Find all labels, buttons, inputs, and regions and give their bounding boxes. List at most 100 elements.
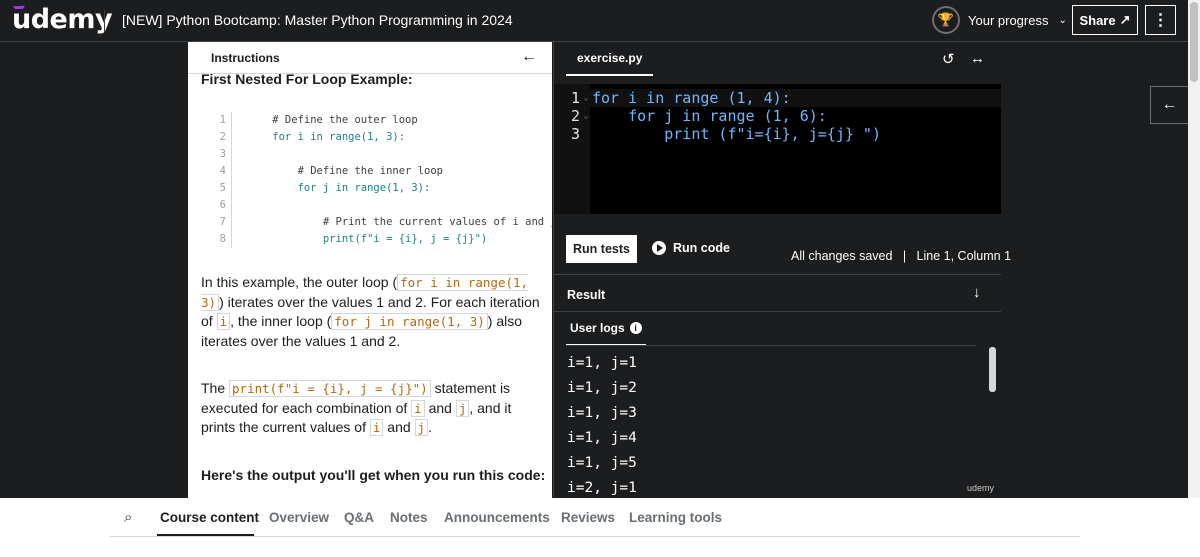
tab-reviews[interactable]: Reviews <box>561 510 615 525</box>
line-number-divider <box>231 231 232 248</box>
page-scrollbar[interactable] <box>1188 0 1200 498</box>
code-editor[interactable]: 1 ⌄ for i in range (1, 4): 2 ⌄ for j in rang… <box>554 84 1001 214</box>
inline-code: i <box>411 399 425 417</box>
line-number: 7 <box>219 216 226 228</box>
log-line: i=1, j=4 <box>567 430 637 446</box>
code-text: # Print the current values of i and j <box>247 216 552 228</box>
line-number: 8 <box>219 233 226 245</box>
arrow-left-icon: ← <box>1161 96 1178 113</box>
code-line: 3 <box>211 146 552 163</box>
line-number: 1 <box>219 114 226 126</box>
inline-code: for j in range(1, 3) <box>331 313 488 330</box>
instructions-panel: Instructions ← First Nested For Loop Exa… <box>188 42 552 498</box>
trophy-icon: 🏆 <box>932 6 960 34</box>
editor-line-text: for i in range (1, 4): <box>592 89 791 107</box>
line-number: 4 <box>219 165 226 177</box>
collapse-arrow-icon[interactable]: ← <box>521 48 537 66</box>
editor-status: All changes saved | Line 1, Column 1 <box>791 249 1011 263</box>
result-header[interactable]: Result ↓ <box>554 276 1001 312</box>
code-text: # Define the inner loop <box>247 165 443 177</box>
code-example: 1 # Define the outer loop 2 for i in rang… <box>211 112 552 248</box>
tab-exercise-py[interactable]: exercise.py <box>566 42 654 76</box>
share-button[interactable]: Share ↗ <box>1072 5 1138 35</box>
log-line: i=1, j=3 <box>567 405 637 421</box>
search-icon[interactable]: ⌕ <box>124 509 132 526</box>
explanation-paragraph-1: In this example, the outer loop (for i i… <box>201 274 540 349</box>
editor-line[interactable]: 1 ⌄ for i in range (1, 4): <box>554 89 791 107</box>
editor-tab-bar: exercise.py ↺ ↔ <box>554 42 1001 76</box>
line-number-divider <box>231 197 232 214</box>
tab-notes[interactable]: Notes <box>390 510 428 525</box>
inline-code: print(f"i = {i}, j = {j}") <box>229 380 431 397</box>
open-sidebar-button[interactable]: ← <box>1150 86 1188 124</box>
arrow-down-icon[interactable]: ↓ <box>973 284 981 301</box>
code-line: 2 for i in range(1, 3): <box>211 129 552 146</box>
code-text: for j in range(1, 3): <box>247 182 431 194</box>
run-tests-button[interactable]: Run tests <box>566 235 637 263</box>
editor-line[interactable]: 3 print (f"i={i}, j={j} ") <box>554 125 881 143</box>
tab-overview[interactable]: Overview <box>269 510 329 525</box>
header-divider <box>104 10 105 32</box>
tabs-divider <box>110 536 1080 537</box>
editor-action-bar: Run tests Run code All changes saved | L… <box>554 217 1011 275</box>
log-line: i=1, j=2 <box>567 380 637 396</box>
save-status: All changes saved <box>791 249 893 263</box>
inline-code: i <box>369 419 384 436</box>
top-bar: udemy [NEW] Python Bootcamp: Master Pyth… <box>0 0 1188 42</box>
editor-line-text: print (f"i={i}, j={j} ") <box>592 125 881 143</box>
tab-user-logs[interactable]: User logs i <box>566 312 646 346</box>
tab-announcements[interactable]: Announcements <box>444 510 550 525</box>
editor-line-number: 2 <box>570 107 580 125</box>
code-line: 8 print(f"i = {i}, j = {j}") <box>211 231 552 248</box>
kebab-icon: ⋮ <box>1152 12 1169 29</box>
log-line: i=1, j=1 <box>567 355 637 371</box>
progress-label: Your progress <box>968 12 1049 28</box>
fold-icon <box>580 125 592 143</box>
line-number-divider <box>231 163 232 180</box>
page-scrollbar-thumb[interactable] <box>1190 2 1198 82</box>
code-text: # Define the outer loop <box>247 114 418 126</box>
info-icon[interactable]: i <box>629 322 642 334</box>
expand-icon[interactable]: ↔ <box>970 50 985 67</box>
udemy-watermark: udemy <box>967 483 995 493</box>
editor-line-number: 3 <box>570 125 580 143</box>
line-number: 2 <box>219 131 226 143</box>
line-number-divider <box>231 129 232 146</box>
code-line: 1 # Define the outer loop <box>211 112 552 129</box>
logs-scrollbar-thumb[interactable] <box>989 347 996 392</box>
run-code-button[interactable]: Run code <box>652 241 730 255</box>
play-icon <box>652 241 666 255</box>
output-heading: Here's the output you'll get when you ru… <box>201 467 546 483</box>
inline-code: j <box>414 419 429 436</box>
editor-panel: exercise.py ↺ ↔ 1 ⌄ for i in range (1, 4):… <box>553 42 1011 498</box>
log-line: i=2, j=1 <box>567 480 637 496</box>
line-number-divider <box>231 146 232 163</box>
tab-learning-tools[interactable]: Learning tools <box>629 510 722 525</box>
line-number: 3 <box>219 148 226 160</box>
editor-line-number: 1 <box>570 89 580 107</box>
code-line: 6 <box>211 197 552 214</box>
share-arrow-icon: ↗ <box>1119 12 1131 27</box>
more-options-button[interactable]: ⋮ <box>1145 5 1176 35</box>
fold-icon[interactable]: ⌄ <box>580 89 592 107</box>
instructions-title: Instructions <box>211 51 280 65</box>
progress-button[interactable]: 🏆 Your progress ⌄ <box>932 6 1067 34</box>
run-code-label: Run code <box>673 241 730 255</box>
code-text: for i in range(1, 3): <box>247 131 406 143</box>
tab-qa[interactable]: Q&A <box>344 510 374 525</box>
logo-hat-icon <box>12 5 26 12</box>
fold-icon[interactable]: ⌄ <box>580 107 592 125</box>
inline-code: j <box>455 399 470 417</box>
line-number: 6 <box>219 199 226 211</box>
code-line: 4 # Define the inner loop <box>211 163 552 180</box>
udemy-logo[interactable]: udemy <box>12 4 113 35</box>
code-text: print(f"i = {i}, j = {j}") <box>247 233 488 245</box>
inline-code: i <box>216 313 231 330</box>
course-title[interactable]: [NEW] Python Bootcamp: Master Python Pro… <box>122 12 513 28</box>
code-line: 5 for j in range(1, 3): <box>211 180 552 197</box>
editor-line[interactable]: 2 ⌄ for j in range (1, 6): <box>554 107 827 125</box>
line-number-divider <box>231 112 232 129</box>
user-logs-label: User logs <box>570 321 625 335</box>
reset-icon[interactable]: ↺ <box>942 50 955 68</box>
tab-course-content[interactable]: Course content <box>160 510 259 525</box>
